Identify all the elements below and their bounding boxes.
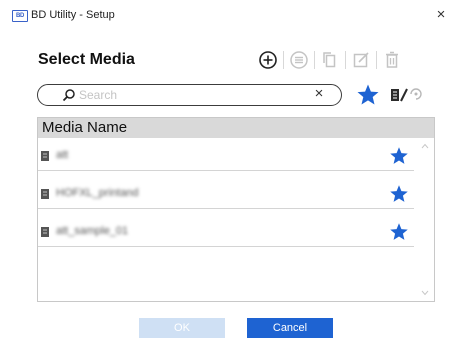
- favorite-star-icon[interactable]: [389, 222, 409, 242]
- media-name: att: [56, 149, 69, 161]
- media-roll-toggle-icon: [391, 88, 422, 102]
- media-roll-icon: [41, 151, 49, 161]
- setup-dialog: BD BD Utility - Setup × Select Media Sea…: [0, 0, 455, 349]
- vertical-scrollbar[interactable]: [416, 138, 434, 301]
- favorite-star-icon[interactable]: [389, 146, 409, 166]
- search-input[interactable]: [79, 87, 299, 103]
- add-media-button[interactable]: [256, 48, 280, 72]
- row-divider: [38, 208, 414, 209]
- toolbar-divider: [283, 51, 284, 69]
- table-row[interactable]: att_sample_01: [38, 217, 414, 247]
- media-roll-icon: [41, 189, 49, 199]
- search-box: ×: [37, 84, 342, 106]
- row-divider: [38, 170, 414, 171]
- media-roll-icon: [41, 227, 49, 237]
- title-bar: BD BD Utility - Setup ×: [0, 0, 455, 30]
- column-header-media-name[interactable]: Media Name: [38, 118, 434, 138]
- delete-icon: [386, 51, 398, 68]
- ok-button[interactable]: OK: [139, 318, 225, 338]
- favorites-filter-button[interactable]: [356, 83, 380, 107]
- toolbar-divider: [314, 51, 315, 69]
- table-row[interactable]: HOFXL_printand: [38, 179, 414, 209]
- details-button[interactable]: [287, 48, 311, 72]
- delete-media-button[interactable]: [380, 48, 404, 72]
- search-icon: [62, 89, 75, 102]
- window-title: BD Utility - Setup: [31, 9, 115, 21]
- toolbar-divider: [376, 51, 377, 69]
- copy-media-button[interactable]: [318, 48, 342, 72]
- media-name: att_sample_01: [56, 225, 129, 237]
- add-circle-icon: [259, 51, 277, 69]
- media-toolbar: [256, 48, 404, 72]
- scroll-up-icon[interactable]: [421, 142, 429, 150]
- cancel-button[interactable]: Cancel: [247, 318, 333, 338]
- list-circle-icon: [290, 51, 308, 69]
- toolbar-divider: [345, 51, 346, 69]
- edit-icon: [353, 52, 369, 68]
- media-type-toggle[interactable]: [389, 86, 427, 104]
- favorite-star-icon[interactable]: [389, 184, 409, 204]
- page-title: Select Media: [38, 51, 135, 68]
- copy-icon: [323, 52, 336, 68]
- edit-media-button[interactable]: [349, 48, 373, 72]
- row-divider: [38, 246, 414, 247]
- clear-search-button[interactable]: ×: [311, 86, 327, 102]
- close-button[interactable]: ×: [431, 6, 451, 24]
- star-icon: [357, 84, 379, 105]
- table-row[interactable]: att: [38, 141, 414, 171]
- media-table: Media Name att HOFXL_printand att_sample…: [37, 117, 435, 302]
- media-name: HOFXL_printand: [56, 187, 139, 199]
- scroll-down-icon[interactable]: [421, 289, 429, 297]
- app-icon: BD: [12, 10, 28, 22]
